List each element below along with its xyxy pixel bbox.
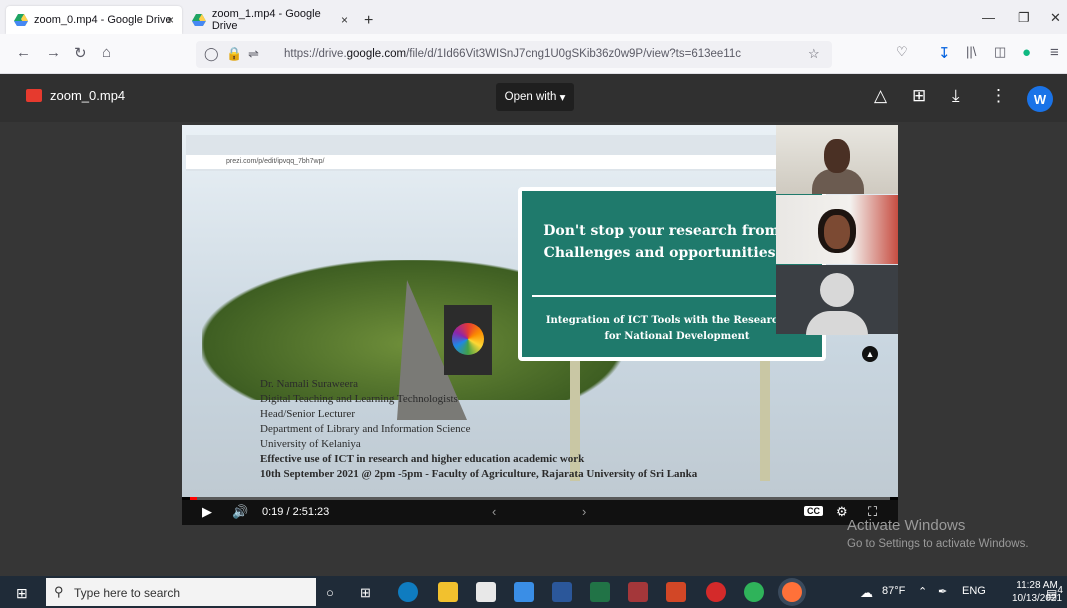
window-close-icon[interactable]: ✕: [1050, 10, 1061, 26]
video-frame: prezi.com/p/edit/ipvqq_7bh7wp/ Don't sto…: [182, 125, 898, 497]
open-with-label: Open with: [504, 91, 557, 103]
weather-temp[interactable]: 87°F: [882, 585, 905, 597]
mail-icon[interactable]: [514, 582, 534, 602]
open-with-button[interactable]: Open with ▾: [496, 83, 574, 111]
activate-windows-title: Activate Windows: [847, 517, 966, 534]
opera-icon[interactable]: [706, 582, 726, 602]
video-player[interactable]: prezi.com/p/edit/ipvqq_7bh7wp/ Don't sto…: [182, 125, 898, 525]
tab-close-icon[interactable]: ×: [167, 13, 174, 27]
url-prefix: https://drive.: [284, 48, 347, 60]
restore-icon[interactable]: ❐: [1018, 10, 1030, 26]
chrome-icon[interactable]: [744, 582, 764, 602]
weather-cloud-icon[interactable]: ☁: [860, 585, 873, 601]
url-bar[interactable]: ◯ 🔒 ⇌ https://drive.google.com/file/d/1I…: [196, 41, 832, 68]
word-icon[interactable]: [552, 582, 572, 602]
viewer-header: zoom_0.mp4 Open with ▾ △ ⊞ ⤓ ⋮ W: [0, 74, 1067, 122]
minimize-icon[interactable]: —: [982, 10, 995, 25]
participant-video-3: [776, 265, 898, 335]
shield-icon[interactable]: ◯: [204, 46, 219, 62]
access-icon[interactable]: [628, 582, 648, 602]
time-display: 0:19 / 2:51:23: [262, 506, 330, 518]
windows-taskbar: ⊞ ⚲ Type here to search ○ ⊞ ☁ 87°F ⌃ ✒ E…: [0, 576, 1067, 608]
search-icon: ⚲: [54, 584, 64, 599]
credit-line: Digital Teaching and Learning Technologi…: [260, 393, 458, 405]
video-file-icon: [26, 89, 42, 102]
sign-post: [760, 361, 770, 481]
browser-nav-bar: ← → ↻ ⌂ ◯ 🔒 ⇌ https://drive.google.com/f…: [0, 34, 1067, 74]
download-icon[interactable]: ↧: [938, 44, 951, 62]
player-controls: ▶ 🔊 0:19 / 2:51:23 ‹ › CC ⚙ ⛶: [182, 500, 898, 525]
forward-icon[interactable]: →: [46, 44, 61, 61]
color-wheel-book-graphic: [444, 305, 492, 375]
settings-gear-icon[interactable]: ⚙: [836, 504, 848, 520]
edge-icon[interactable]: [398, 582, 418, 602]
home-icon[interactable]: ⌂: [102, 44, 111, 61]
drive-viewer: zoom_0.mp4 Open with ▾ △ ⊞ ⤓ ⋮ W prezi.c…: [0, 74, 1067, 576]
next-icon[interactable]: ›: [582, 504, 586, 519]
store-icon[interactable]: [476, 582, 496, 602]
credit-event-date: 10th September 2021 @ 2pm -5pm - Faculty…: [260, 468, 698, 480]
url-path: /file/d/1Id66Vit3WISnJ7cng1U0gSKib36z0w9…: [406, 48, 741, 60]
credit-line: University of Kelaniya: [260, 438, 361, 450]
add-comment-icon[interactable]: ⊞: [912, 86, 926, 106]
url-domain: google.com: [346, 48, 407, 60]
lock-icon[interactable]: 🔒: [226, 46, 242, 62]
permissions-icon[interactable]: ⇌: [248, 46, 259, 62]
back-icon[interactable]: ←: [16, 44, 31, 61]
language-indicator[interactable]: ENG: [962, 585, 986, 597]
firefox-icon[interactable]: [782, 582, 802, 602]
sidebar-icon[interactable]: ◫: [994, 44, 1006, 60]
browser-tab-bar: zoom_0.mp4 - Google Drive × zoom_1.mp4 -…: [0, 0, 1067, 34]
powerpoint-icon[interactable]: [666, 582, 686, 602]
presenter-credits: Dr. Namali Suraweera Digital Teaching an…: [260, 377, 697, 482]
credit-line: Dr. Namali Suraweera: [260, 378, 359, 390]
avatar[interactable]: W: [1027, 86, 1053, 112]
zoom-pointer-icon: ▲: [862, 346, 878, 362]
show-hidden-icons-icon[interactable]: ⌃: [918, 585, 927, 598]
file-name: zoom_0.mp4: [50, 88, 126, 103]
menu-icon[interactable]: ≡: [1050, 44, 1059, 61]
google-drive-icon: [192, 14, 206, 26]
task-view-icon[interactable]: ⊞: [360, 585, 371, 601]
new-tab-icon[interactable]: +: [364, 12, 373, 30]
download-icon[interactable]: ⤓: [952, 86, 960, 106]
file-explorer-icon[interactable]: [438, 582, 458, 602]
bookmark-star-icon[interactable]: ☆: [808, 46, 820, 62]
volume-icon[interactable]: 🔊: [232, 504, 248, 520]
credit-event-title: Effective use of ICT in research and hig…: [260, 453, 585, 465]
credit-line: Department of Library and Information Sc…: [260, 423, 471, 435]
participant-video-1: [776, 125, 898, 194]
tab-label: zoom_1.mp4 - Google Drive: [211, 8, 321, 32]
previous-icon[interactable]: ‹: [492, 504, 496, 519]
taskbar-search-box[interactable]: ⚲ Type here to search: [46, 578, 316, 606]
shared-url-bar: prezi.com/p/edit/ipvqq_7bh7wp/: [186, 155, 776, 169]
participant-video-2: [776, 195, 898, 264]
tab-zoom-0[interactable]: zoom_0.mp4 - Google Drive ×: [6, 6, 182, 34]
play-icon[interactable]: ▶: [202, 504, 212, 520]
more-options-icon[interactable]: ⋮: [990, 86, 1007, 106]
library-icon[interactable]: ||\: [966, 44, 976, 59]
pen-icon[interactable]: ✒: [938, 585, 947, 598]
notification-icon[interactable]: ▤4: [1046, 585, 1063, 601]
tab-close-icon[interactable]: ×: [341, 13, 348, 27]
captions-button[interactable]: CC: [804, 506, 823, 516]
cortana-icon[interactable]: ○: [326, 585, 334, 600]
add-to-drive-icon[interactable]: △: [874, 86, 887, 106]
tab-zoom-1[interactable]: zoom_1.mp4 - Google Drive ×: [184, 6, 356, 34]
windows-start-icon[interactable]: ⊞: [16, 585, 28, 602]
google-drive-icon: [14, 14, 28, 26]
credit-line: Head/Senior Lecturer: [260, 408, 355, 420]
excel-icon[interactable]: [590, 582, 610, 602]
search-placeholder: Type here to search: [74, 586, 181, 600]
reload-icon[interactable]: ↻: [74, 44, 87, 62]
notification-count: 4: [1057, 585, 1063, 596]
url-text: https://drive.google.com/file/d/1Id66Vit…: [284, 48, 741, 60]
activate-windows-subtitle: Go to Settings to activate Windows.: [847, 538, 1029, 550]
pocket-icon[interactable]: ♡: [896, 44, 908, 60]
extension-icon[interactable]: ●: [1022, 44, 1031, 61]
tab-label: zoom_0.mp4 - Google Drive: [34, 14, 172, 26]
